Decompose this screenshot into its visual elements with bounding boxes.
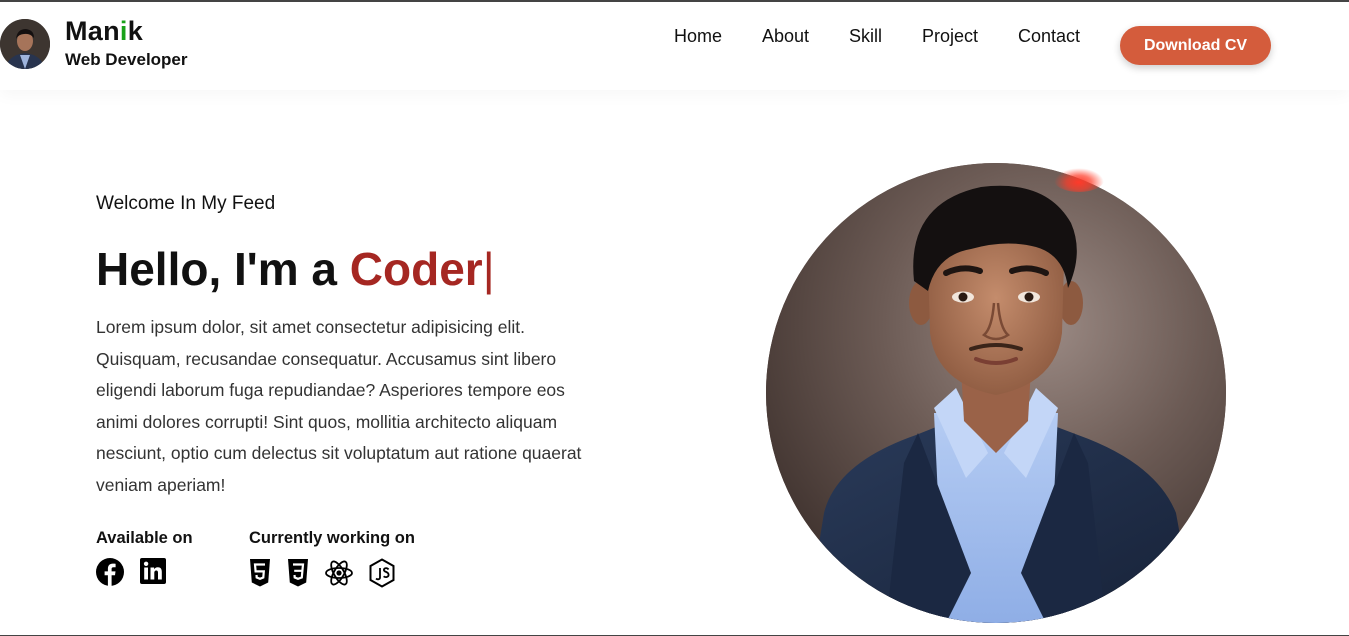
working-on-title: Currently working on [249,529,415,547]
hero-headline: Hello, I'm a Coder| [96,242,495,296]
facebook-icon[interactable] [96,558,124,591]
typing-cursor: | [482,243,495,295]
greeting-text: Hello, I'm a [96,243,350,295]
download-cv-button[interactable]: Download CV [1120,26,1271,65]
react-icon [324,559,354,592]
nav-skill[interactable]: Skill [849,26,882,47]
decorative-glow [1054,168,1104,192]
nav-project[interactable]: Project [922,26,978,47]
nodejs-icon [368,558,396,593]
role-word: Coder [349,243,483,295]
nav-home[interactable]: Home [674,26,722,47]
site-header: Manik Web Developer Home About Skill Pro… [0,2,1349,90]
css3-icon [287,559,309,592]
brand-role: Web Developer [65,50,188,69]
linkedin-icon[interactable] [140,558,166,589]
page: Manik Web Developer Home About Skill Pro… [0,0,1349,636]
profile-portrait [766,163,1226,623]
html5-icon [249,559,271,592]
intro-paragraph: Lorem ipsum dolor, sit amet consectetur … [96,317,582,495]
nav-contact[interactable]: Contact [1018,26,1080,47]
available-on-title: Available on [96,529,193,547]
welcome-text: Welcome In My Feed [96,193,276,214]
nav-about[interactable]: About [762,26,809,47]
